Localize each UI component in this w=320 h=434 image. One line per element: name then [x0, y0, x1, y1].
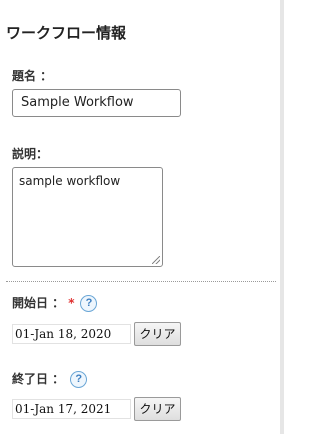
start-date-label-row: 開始日 ： *? — [12, 294, 98, 312]
required-mark: * — [68, 296, 75, 310]
end-date-clear-button[interactable]: クリア — [134, 397, 181, 421]
description-text: sample workflow — [19, 174, 121, 188]
start-date-label: 開始日 ： — [12, 296, 65, 310]
resize-grip-icon[interactable] — [152, 256, 160, 264]
help-icon[interactable]: ? — [70, 371, 88, 388]
help-icon[interactable]: ? — [80, 295, 98, 312]
title-label: 題名 ： — [12, 69, 53, 83]
end-date-label: 終了日 ： — [12, 372, 65, 386]
end-date-input[interactable]: 01-Jan 17, 2021 — [12, 399, 131, 419]
end-date-label-row: 終了日 ：? — [12, 370, 88, 388]
description-textarea[interactable]: sample workflow — [12, 167, 163, 267]
start-date-clear-button[interactable]: クリア — [134, 322, 181, 346]
workflow-info-panel: ワークフロー情報 題名 ： Sample Workflow 説明： sample… — [0, 0, 280, 434]
section-title: ワークフロー情報 — [6, 24, 127, 42]
start-date-input[interactable]: 01-Jan 18, 2020 — [12, 324, 131, 344]
divider — [6, 281, 276, 282]
panel-border — [280, 0, 284, 434]
title-input[interactable]: Sample Workflow — [12, 89, 181, 117]
description-label: 説明： — [12, 147, 49, 161]
